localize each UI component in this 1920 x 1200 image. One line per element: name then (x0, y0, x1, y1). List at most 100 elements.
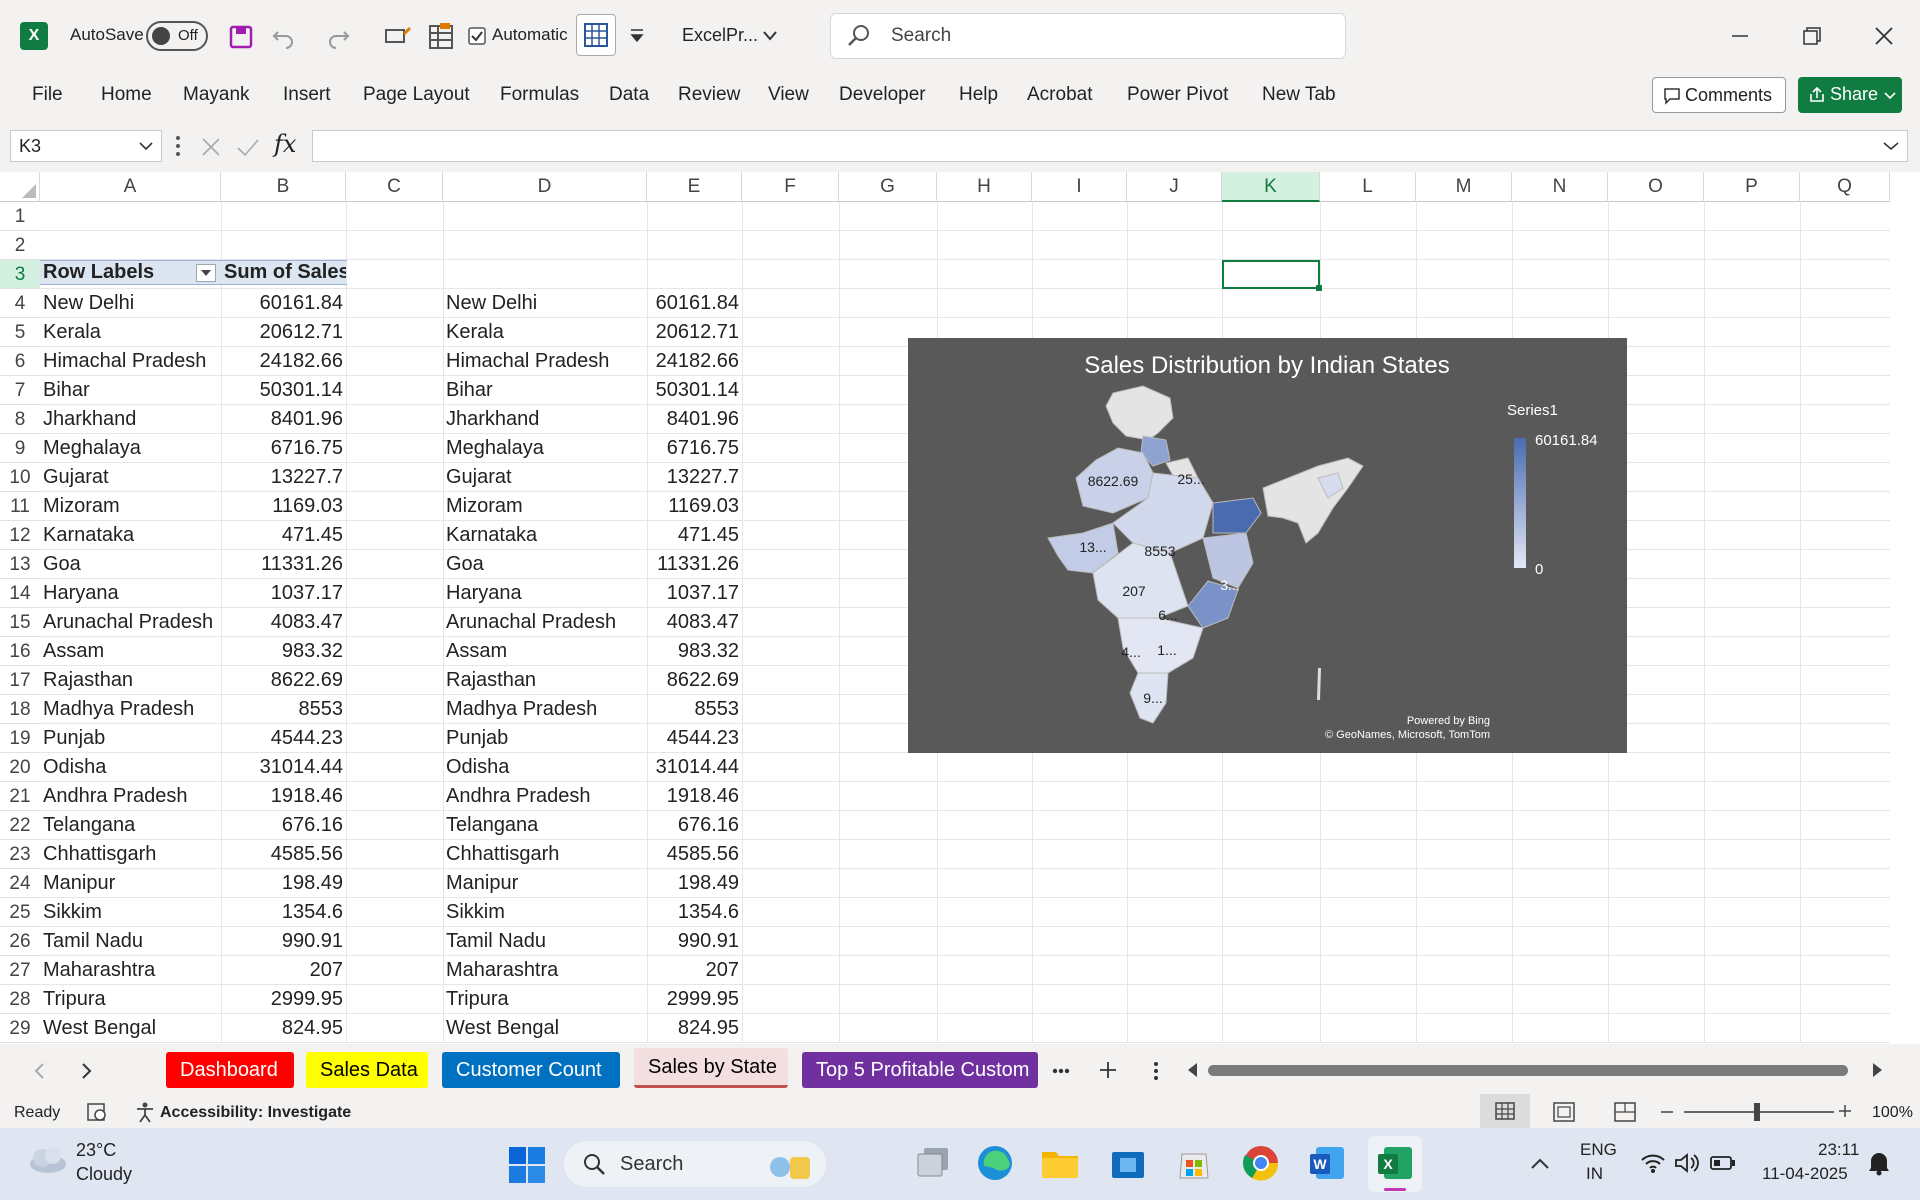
chevron-down-icon[interactable] (762, 30, 778, 42)
copy-state-cell[interactable]: Madhya Pradesh (443, 698, 647, 722)
copy-state-cell[interactable]: Mizoram (443, 495, 647, 519)
tab-power-pivot[interactable]: Power Pivot (1127, 84, 1228, 106)
row-header-15[interactable]: 15 (0, 608, 40, 637)
row-header-1[interactable]: 1 (0, 202, 40, 231)
pivot-state-cell[interactable]: Assam (40, 640, 220, 664)
copy-sales-cell[interactable]: 8553 (647, 698, 742, 722)
row-header-18[interactable]: 18 (0, 695, 40, 724)
accessibility-icon[interactable] (134, 1101, 156, 1123)
copy-state-cell[interactable]: Karnataka (443, 524, 647, 548)
search-box[interactable]: Search (830, 13, 1346, 59)
more-options-icon[interactable] (174, 134, 182, 158)
copy-sales-cell[interactable]: 983.32 (647, 640, 742, 664)
scroll-left-icon[interactable] (1186, 1062, 1198, 1078)
tab-review[interactable]: Review (678, 84, 740, 106)
copy-sales-cell[interactable]: 198.49 (647, 872, 742, 896)
row-header-9[interactable]: 9 (0, 434, 40, 463)
pivot-sales-cell[interactable]: 2999.95 (221, 988, 346, 1012)
pivot-state-cell[interactable]: Tamil Nadu (40, 930, 220, 954)
sheet-tab-sales-by-state[interactable]: Sales by State (634, 1048, 788, 1088)
pivot-sales-cell[interactable]: 24182.66 (221, 350, 346, 374)
tab-help[interactable]: Help (959, 84, 998, 106)
pivot-state-cell[interactable]: Madhya Pradesh (40, 698, 220, 722)
row-header-5[interactable]: 5 (0, 318, 40, 347)
store-app-icon[interactable] (1110, 1144, 1146, 1182)
edge-browser-icon[interactable] (976, 1144, 1014, 1182)
column-header-i[interactable]: I (1032, 172, 1127, 202)
tab-data[interactable]: Data (609, 84, 649, 106)
pivot-sales-cell[interactable]: 824.95 (221, 1017, 346, 1041)
pivot-sales-cell[interactable]: 207 (221, 959, 346, 983)
confirm-entry-icon[interactable] (236, 136, 260, 158)
copy-sales-cell[interactable]: 4585.56 (647, 843, 742, 867)
pivot-sales-cell[interactable]: 8401.96 (221, 408, 346, 432)
pivot-row-labels-header[interactable]: Row Labels (40, 261, 220, 285)
tab-mayank[interactable]: Mayank (183, 84, 250, 106)
copy-sales-cell[interactable]: 471.45 (647, 524, 742, 548)
undo-icon[interactable] (270, 24, 296, 50)
pivot-state-cell[interactable]: Chhattisgarh (40, 843, 220, 867)
copy-sales-cell[interactable]: 824.95 (647, 1017, 742, 1041)
copy-state-cell[interactable]: West Bengal (443, 1017, 647, 1041)
copy-sales-cell[interactable]: 1169.03 (647, 495, 742, 519)
column-header-p[interactable]: P (1704, 172, 1800, 202)
tab-insert[interactable]: Insert (283, 84, 331, 106)
autosave-toggle[interactable]: Off (146, 21, 208, 51)
row-header-25[interactable]: 25 (0, 898, 40, 927)
tab-home[interactable]: Home (101, 84, 152, 106)
pivot-sales-cell[interactable]: 6716.75 (221, 437, 346, 461)
copy-state-cell[interactable]: Chhattisgarh (443, 843, 647, 867)
pivot-sales-cell[interactable]: 60161.84 (221, 292, 346, 316)
copy-state-cell[interactable]: Gujarat (443, 466, 647, 490)
row-header-4[interactable]: 4 (0, 289, 40, 318)
copy-state-cell[interactable]: Telangana (443, 814, 647, 838)
file-explorer-icon[interactable] (1040, 1144, 1080, 1182)
copy-state-cell[interactable]: Tripura (443, 988, 647, 1012)
row-header-17[interactable]: 17 (0, 666, 40, 695)
horizontal-scroll-thumb[interactable] (1208, 1065, 1848, 1076)
column-header-b[interactable]: B (221, 172, 346, 202)
copy-state-cell[interactable]: Odisha (443, 756, 647, 780)
tab-view[interactable]: View (768, 84, 809, 106)
zoom-level[interactable]: 100% (1872, 1104, 1913, 1122)
close-icon[interactable] (1874, 26, 1894, 46)
copy-sales-cell[interactable]: 11331.26 (647, 553, 742, 577)
copy-state-cell[interactable]: Manipur (443, 872, 647, 896)
pivot-state-cell[interactable]: Rajasthan (40, 669, 220, 693)
copy-sales-cell[interactable]: 8622.69 (647, 669, 742, 693)
pivot-state-cell[interactable]: Odisha (40, 756, 220, 780)
more-sheets-icon[interactable] (1052, 1068, 1070, 1074)
copy-sales-cell[interactable]: 31014.44 (647, 756, 742, 780)
pivot-sales-cell[interactable]: 50301.14 (221, 379, 346, 403)
share-button[interactable]: Share (1798, 77, 1902, 113)
column-header-g[interactable]: G (839, 172, 937, 202)
file-name[interactable]: ExcelPr... (682, 25, 758, 46)
column-header-k[interactable]: K (1222, 172, 1320, 202)
pivot-state-cell[interactable]: Karnataka (40, 524, 220, 548)
copy-state-cell[interactable]: Goa (443, 553, 647, 577)
save-icon[interactable] (228, 24, 254, 50)
pivot-state-cell[interactable]: Bihar (40, 379, 220, 403)
copy-state-cell[interactable]: Meghalaya (443, 437, 647, 461)
tab-new-tab[interactable]: New Tab (1262, 84, 1336, 106)
copy-state-cell[interactable]: Tamil Nadu (443, 930, 647, 954)
form-icon[interactable] (428, 22, 454, 50)
row-header-14[interactable]: 14 (0, 579, 40, 608)
pivot-sales-cell[interactable]: 1918.46 (221, 785, 346, 809)
column-header-d[interactable]: D (443, 172, 647, 202)
minimize-icon[interactable] (1730, 26, 1750, 46)
copy-sales-cell[interactable]: 990.91 (647, 930, 742, 954)
filter-dropdown-button[interactable] (196, 264, 216, 282)
task-view-icon[interactable] (914, 1144, 952, 1182)
pivot-sales-cell[interactable]: 983.32 (221, 640, 346, 664)
pivot-state-cell[interactable]: New Delhi (40, 292, 220, 316)
pivot-state-cell[interactable]: Sikkim (40, 901, 220, 925)
column-header-l[interactable]: L (1320, 172, 1416, 202)
cloudy-weather-icon[interactable] (26, 1144, 68, 1174)
copy-sales-cell[interactable]: 50301.14 (647, 379, 742, 403)
pivot-sales-cell[interactable]: 8553 (221, 698, 346, 722)
column-header-e[interactable]: E (647, 172, 742, 202)
customize-toolbar-icon[interactable] (628, 28, 646, 44)
row-header-13[interactable]: 13 (0, 550, 40, 579)
row-header-7[interactable]: 7 (0, 376, 40, 405)
